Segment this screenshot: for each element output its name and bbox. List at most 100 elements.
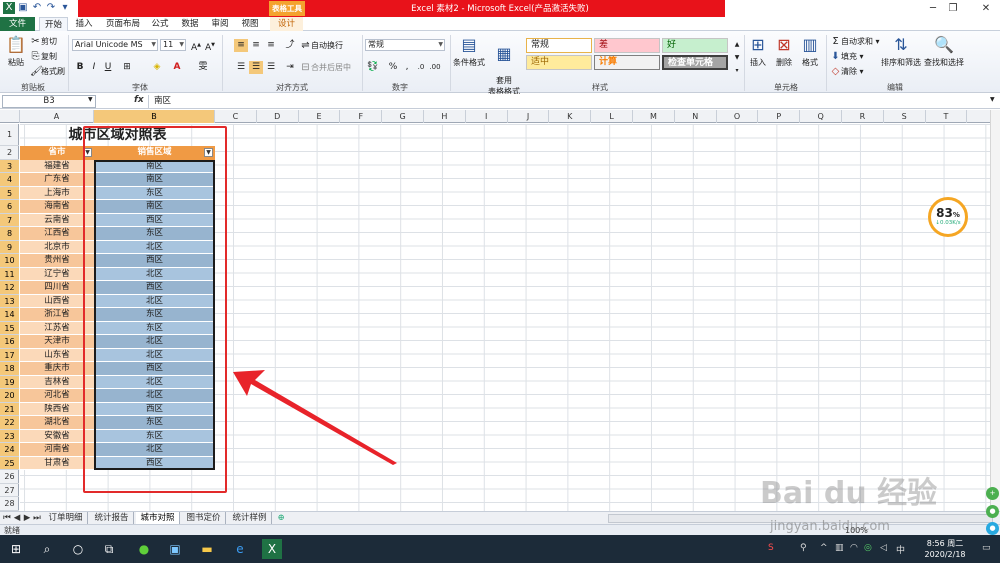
header-province[interactable]: 省市 ▼	[20, 146, 94, 160]
insert-cells-button[interactable]: ⊞ 插入	[746, 35, 770, 68]
cell-sales-region[interactable]: 北区	[94, 267, 215, 281]
row-header-10[interactable]: 10	[0, 254, 19, 268]
tray-wechat-icon[interactable]: ◎	[864, 543, 872, 553]
row-header-3[interactable]: 3	[0, 159, 19, 173]
fill-button[interactable]: ⬇填充 ▾	[830, 51, 863, 62]
underline-icon[interactable]: U	[101, 61, 115, 74]
column-header-g[interactable]: G	[382, 110, 424, 123]
row-header-11[interactable]: 11	[0, 267, 19, 281]
vertical-scrollbar[interactable]	[990, 110, 1000, 511]
cell-sales-region[interactable]: 北区	[94, 375, 215, 389]
font-name-combo[interactable]: Arial Unicode MS ▼	[72, 39, 158, 51]
currency-icon[interactable]: 💱	[366, 61, 380, 74]
search-icon[interactable]: ⌕	[37, 539, 57, 559]
column-header-s[interactable]: S	[884, 110, 926, 123]
tab-file[interactable]: 文件	[0, 17, 35, 31]
cell-province[interactable]: 江苏省	[20, 321, 94, 335]
sheet-title[interactable]: 城市区域对照表	[20, 124, 215, 146]
cell-province[interactable]: 北京市	[20, 240, 94, 254]
cell-sales-region[interactable]: 南区	[94, 159, 215, 173]
sheet-tab-pricing[interactable]: 图书定价	[182, 512, 226, 524]
cell-sales-region[interactable]: 北区	[94, 443, 215, 457]
copy-button[interactable]: ⎘ 复制	[30, 51, 58, 62]
cell-sales-region[interactable]: 北区	[94, 240, 215, 254]
clear-button[interactable]: ◇ 清除 ▾	[830, 66, 864, 77]
side-share-icon[interactable]: +	[986, 487, 999, 500]
border-icon[interactable]: ⊞	[120, 61, 134, 74]
tab-page-layout[interactable]: 页面布局	[101, 17, 145, 31]
style-neutral[interactable]: 适中	[526, 55, 592, 70]
align-top-icon[interactable]: ≡	[234, 39, 248, 52]
percent-icon[interactable]: %	[386, 61, 400, 74]
column-header-l[interactable]: L	[591, 110, 633, 123]
column-header-c[interactable]: C	[215, 110, 257, 123]
row-header-24[interactable]: 24	[0, 443, 19, 457]
style-good[interactable]: 好	[662, 38, 728, 53]
decrease-decimal-icon[interactable]: .00	[428, 61, 442, 74]
style-normal[interactable]: 常规	[526, 38, 592, 53]
row-header-27[interactable]: 27	[0, 484, 19, 497]
column-header-h[interactable]: H	[424, 110, 466, 123]
last-sheet-icon[interactable]: ⏭	[32, 512, 42, 524]
prev-sheet-icon[interactable]: ◀	[12, 512, 22, 524]
wrap-text-button[interactable]: ⇌自动换行	[300, 40, 343, 51]
column-header-e[interactable]: E	[299, 110, 341, 123]
excel-taskbar-icon[interactable]: X	[262, 539, 282, 559]
grow-font-icon[interactable]: A▲	[189, 39, 203, 53]
notification-icon[interactable]: ▭	[982, 543, 991, 553]
cell-province[interactable]: 天津市	[20, 335, 94, 349]
sheet-tab-report[interactable]: 统计报告	[90, 512, 134, 524]
fill-color-icon[interactable]: ◈	[150, 61, 164, 74]
cell-province[interactable]: 江西省	[20, 227, 94, 241]
tray-person-icon[interactable]: ⚲	[800, 543, 807, 553]
cell-province[interactable]: 上海市	[20, 186, 94, 200]
column-header-t[interactable]: T	[926, 110, 968, 123]
tab-data[interactable]: 数据	[177, 17, 203, 31]
insert-function-icon[interactable]: fx	[134, 95, 144, 105]
tray-volume-icon[interactable]: ◁	[880, 543, 887, 553]
delete-cells-button[interactable]: ⊠ 删除	[772, 35, 796, 68]
cell-sales-region[interactable]: 东区	[94, 227, 215, 241]
row-header-21[interactable]: 21	[0, 402, 19, 416]
column-header-k[interactable]: K	[549, 110, 592, 123]
cell-sales-region[interactable]: 北区	[94, 294, 215, 308]
cell-sales-region[interactable]: 西区	[94, 456, 215, 470]
cell-province[interactable]: 云南省	[20, 213, 94, 227]
cell-sales-region[interactable]: 西区	[94, 281, 215, 295]
side-weibo-icon[interactable]: ●	[986, 522, 999, 535]
filter-dropdown-icon[interactable]: ▼	[83, 148, 92, 157]
column-header-f[interactable]: F	[340, 110, 383, 123]
font-size-combo[interactable]: 11 ▼	[160, 39, 186, 51]
cell-province[interactable]: 河南省	[20, 443, 94, 457]
find-select-button[interactable]: 🔍 查找和选择	[922, 35, 966, 68]
task-view-icon[interactable]: ⧉	[99, 539, 119, 559]
column-header-n[interactable]: N	[675, 110, 717, 123]
column-header-r[interactable]: R	[842, 110, 884, 123]
tray-ime-icon[interactable]: 中	[896, 543, 905, 556]
tab-design[interactable]: 设计	[270, 17, 303, 31]
cell-province[interactable]: 山西省	[20, 294, 94, 308]
align-right-icon[interactable]: ☰	[264, 61, 278, 74]
cell-sales-region[interactable]: 东区	[94, 321, 215, 335]
first-sheet-icon[interactable]: ⏮	[2, 512, 12, 524]
tray-wifi-icon[interactable]: ◠	[850, 543, 858, 553]
cell-province[interactable]: 广东省	[20, 173, 94, 187]
phonetic-icon[interactable]: 雯	[196, 61, 210, 74]
cell-sales-region[interactable]: 南区	[94, 200, 215, 214]
cell-province[interactable]: 辽宁省	[20, 267, 94, 281]
sheet-tab-city-map[interactable]: 城市对照	[136, 512, 180, 524]
tray-app-icon[interactable]: S	[768, 543, 774, 553]
style-check-cell[interactable]: 检查单元格	[662, 55, 728, 70]
format-painter-button[interactable]: 🖌格式刷	[30, 66, 65, 77]
cell-province[interactable]: 安徽省	[20, 429, 94, 443]
cell-sales-region[interactable]: 东区	[94, 429, 215, 443]
tray-chevron-icon[interactable]: ^	[820, 543, 828, 553]
orientation-icon[interactable]: ⤴	[283, 39, 297, 52]
sheet-tab-sample[interactable]: 统计样例	[228, 512, 272, 524]
autosum-button[interactable]: Σ 自动求和 ▾	[830, 36, 879, 47]
italic-icon[interactable]: I	[87, 61, 101, 74]
merge-center-button[interactable]: ⊟合并后居中	[300, 62, 351, 73]
row-header-22[interactable]: 22	[0, 416, 19, 430]
column-header-m[interactable]: M	[633, 110, 675, 123]
tray-network-icon[interactable]: ▥	[835, 543, 844, 553]
